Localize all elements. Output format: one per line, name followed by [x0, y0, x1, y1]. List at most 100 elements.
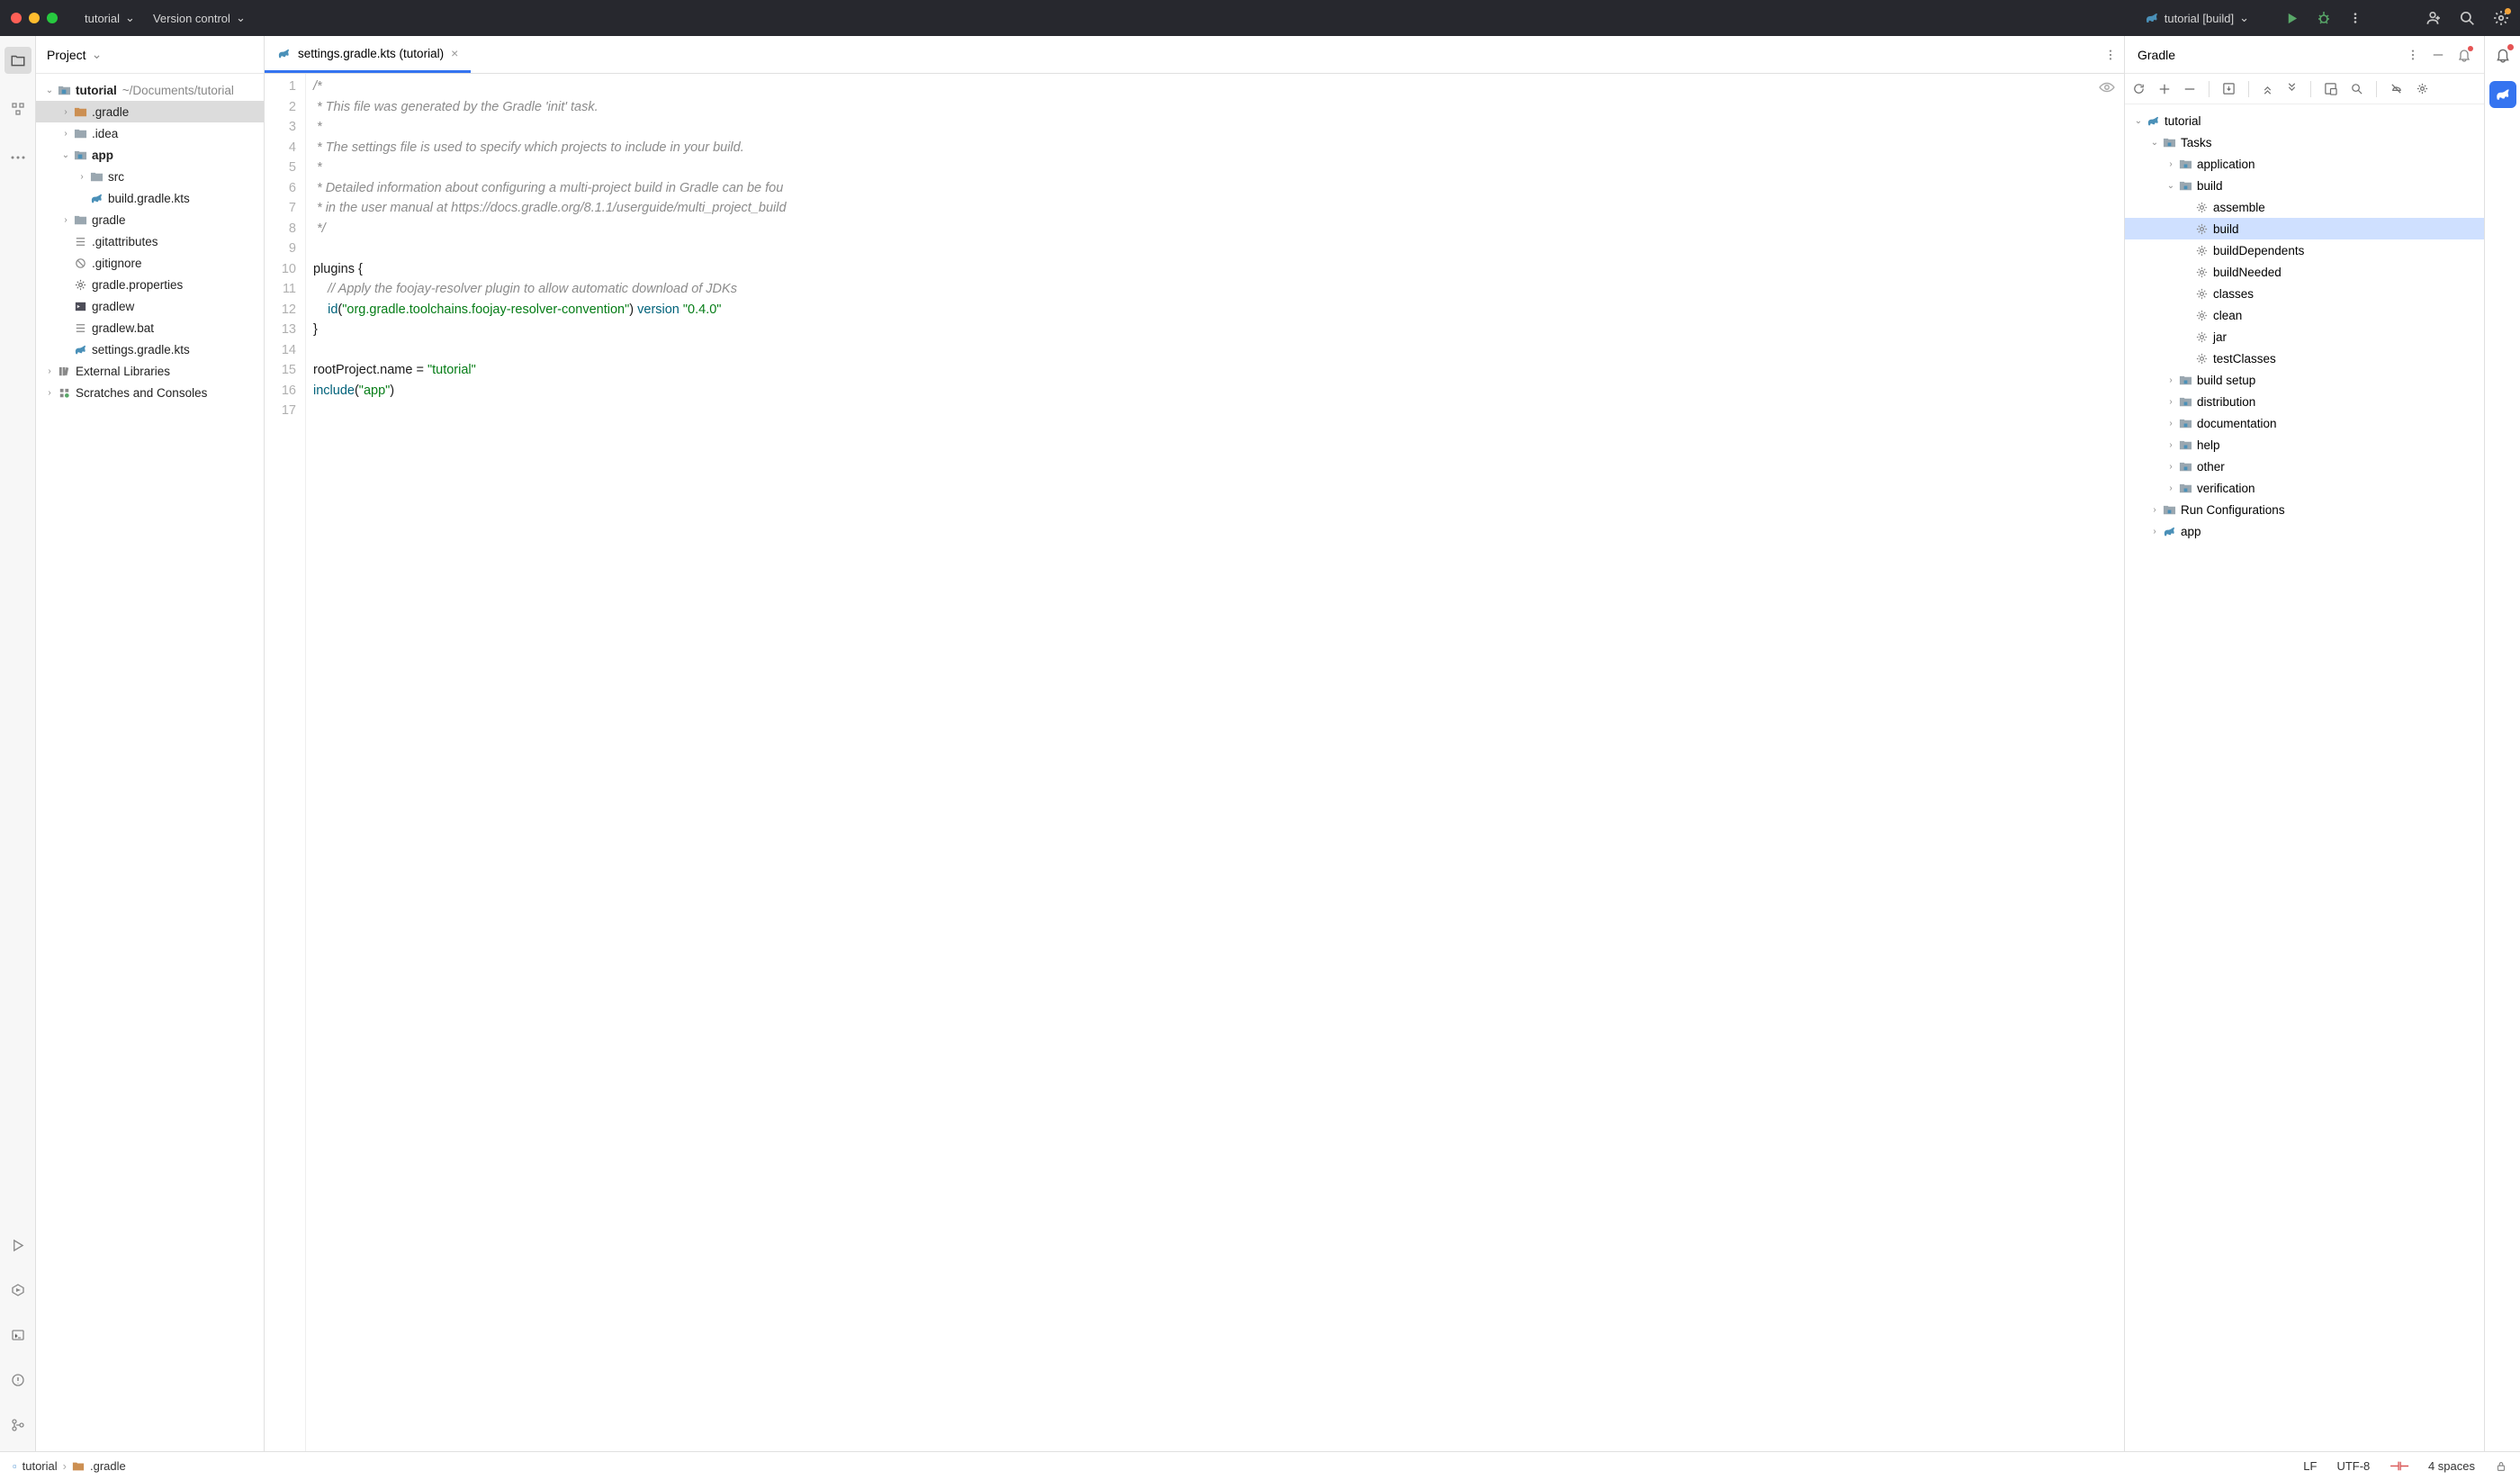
gradle-tree-item[interactable]: ›build setup — [2125, 369, 2484, 391]
status-encoding[interactable]: UTF-8 — [2336, 1459, 2370, 1473]
readonly-lock-icon[interactable] — [2495, 1460, 2507, 1473]
expand-toggle[interactable]: › — [2164, 462, 2177, 472]
editor-tab[interactable]: settings.gradle.kts (tutorial) × — [265, 36, 471, 73]
gradle-tree-item[interactable]: ›documentation — [2125, 412, 2484, 434]
gradle-tree-item[interactable]: build — [2125, 218, 2484, 239]
tree-item-gradlew-bat[interactable]: gradlew.bat — [36, 317, 264, 338]
gradle-tree-item[interactable]: ›application — [2125, 153, 2484, 175]
services-tool-button[interactable] — [4, 1277, 32, 1304]
project-menu[interactable]: tutorial ⌄ — [85, 11, 135, 25]
reader-mode-icon[interactable] — [2099, 79, 2115, 95]
code-with-me-button[interactable] — [2425, 10, 2441, 26]
run-config-selector[interactable]: tutorial [build] ⌄ — [2145, 11, 2249, 25]
tree-item-gradle-properties[interactable]: gradle.properties — [36, 274, 264, 295]
run-tool-button[interactable] — [4, 1232, 32, 1259]
tree-item-settings-gradle[interactable]: settings.gradle.kts — [36, 338, 264, 360]
gradle-tree-item[interactable]: ›verification — [2125, 477, 2484, 499]
expand-toggle[interactable]: › — [2164, 159, 2177, 169]
analyze-button[interactable] — [2350, 82, 2363, 95]
offline-mode-button[interactable] — [2390, 82, 2403, 95]
gradle-tree-item[interactable]: classes — [2125, 283, 2484, 304]
gradle-tree-item[interactable]: clean — [2125, 304, 2484, 326]
status-error-indicator[interactable]: ⊣⊢ — [2390, 1459, 2408, 1474]
gradle-tree-item[interactable]: ›app — [2125, 520, 2484, 542]
gradle-tree-item[interactable]: ⌄Tasks — [2125, 131, 2484, 153]
project-panel-header[interactable]: Project ⌄ — [36, 36, 264, 74]
gradle-tree-item[interactable]: ›Run Configurations — [2125, 499, 2484, 520]
gradle-tool-button[interactable] — [2489, 81, 2516, 108]
gradle-tree-item[interactable]: ⌄tutorial — [2125, 110, 2484, 131]
tree-item-src-dir[interactable]: › src — [36, 166, 264, 187]
expand-toggle[interactable]: › — [43, 366, 56, 376]
minimize-window[interactable] — [29, 13, 40, 23]
tree-item-gradlew[interactable]: gradlew — [36, 295, 264, 317]
build-settings-button[interactable] — [2416, 82, 2429, 95]
expand-toggle[interactable]: › — [59, 129, 72, 139]
gradle-tree-item[interactable]: jar — [2125, 326, 2484, 347]
close-window[interactable] — [11, 13, 22, 23]
tree-item-scratches[interactable]: › Scratches and Consoles — [36, 382, 264, 403]
code-content[interactable]: /* * This file was generated by the Grad… — [306, 74, 2124, 1451]
tab-more-button[interactable] — [2104, 36, 2117, 73]
more-actions-button[interactable] — [2349, 12, 2362, 24]
expand-toggle[interactable]: › — [2164, 397, 2177, 407]
settings-button[interactable] — [2493, 10, 2509, 26]
status-line-sep[interactable]: LF — [2303, 1459, 2317, 1473]
expand-toggle[interactable]: ⌄ — [2132, 116, 2145, 126]
notifications-tool-button[interactable] — [2495, 47, 2511, 63]
expand-all-button[interactable] — [2262, 83, 2273, 95]
gradle-tree-item[interactable]: assemble — [2125, 196, 2484, 218]
project-tool-button[interactable] — [4, 47, 32, 74]
tree-item-app-dir[interactable]: ⌄ app — [36, 144, 264, 166]
debug-button[interactable] — [2317, 11, 2331, 25]
tree-item-idea-dir[interactable]: › .idea — [36, 122, 264, 144]
breadcrumb[interactable]: ▫ tutorial › .gradle — [13, 1459, 126, 1473]
gradle-tree-item[interactable]: ⌄build — [2125, 175, 2484, 196]
expand-toggle[interactable]: › — [76, 172, 88, 182]
vcs-menu[interactable]: Version control ⌄ — [153, 11, 246, 25]
tree-item-build-gradle[interactable]: build.gradle.kts — [36, 187, 264, 209]
structure-tool-button[interactable] — [4, 95, 32, 122]
notifications-button[interactable] — [2457, 48, 2471, 62]
status-indent[interactable]: 4 spaces — [2428, 1459, 2475, 1473]
expand-toggle[interactable]: › — [2148, 527, 2161, 537]
close-tab-button[interactable]: × — [451, 46, 458, 60]
remove-button[interactable] — [2183, 83, 2196, 95]
expand-toggle[interactable]: ⌄ — [2148, 138, 2161, 148]
gradle-tree-item[interactable]: buildDependents — [2125, 239, 2484, 261]
tree-item-gradle-dir[interactable]: › .gradle — [36, 101, 264, 122]
expand-toggle[interactable]: › — [2164, 419, 2177, 429]
git-tool-button[interactable] — [4, 1412, 32, 1439]
download-sources-button[interactable] — [2222, 82, 2236, 95]
gradle-tree-item[interactable]: testClasses — [2125, 347, 2484, 369]
sync-button[interactable] — [2132, 82, 2146, 95]
expand-toggle[interactable]: › — [2164, 375, 2177, 385]
tree-item-gitattributes[interactable]: .gitattributes — [36, 230, 264, 252]
gradle-tree-item[interactable]: ›distribution — [2125, 391, 2484, 412]
expand-toggle[interactable]: ⌄ — [43, 86, 56, 95]
add-button[interactable] — [2158, 83, 2171, 95]
expand-toggle[interactable]: › — [2148, 505, 2161, 515]
assign-shortcut-button[interactable] — [2324, 82, 2337, 95]
gradle-tree-item[interactable]: ›help — [2125, 434, 2484, 456]
search-button[interactable] — [2459, 10, 2475, 26]
code-editor[interactable]: 1234567891011121314151617 /* * This file… — [265, 74, 2124, 1451]
terminal-tool-button[interactable] — [4, 1322, 32, 1349]
tree-item-gradle-wrapper[interactable]: › gradle — [36, 209, 264, 230]
maximize-window[interactable] — [47, 13, 58, 23]
tree-item-gitignore[interactable]: .gitignore — [36, 252, 264, 274]
expand-toggle[interactable]: › — [59, 215, 72, 225]
expand-toggle[interactable]: › — [2164, 440, 2177, 450]
minimize-panel-button[interactable] — [2432, 49, 2444, 61]
problems-tool-button[interactable] — [4, 1367, 32, 1394]
expand-toggle[interactable]: ⌄ — [2164, 181, 2177, 191]
more-tools-button[interactable] — [4, 144, 32, 171]
tree-item-external-libs[interactable]: › External Libraries — [36, 360, 264, 382]
panel-options-button[interactable] — [2407, 49, 2419, 61]
run-button[interactable] — [2285, 12, 2299, 25]
expand-toggle[interactable]: ⌄ — [59, 150, 72, 160]
gradle-tree-item[interactable]: buildNeeded — [2125, 261, 2484, 283]
expand-toggle[interactable]: › — [43, 388, 56, 398]
expand-toggle[interactable]: › — [2164, 483, 2177, 493]
expand-toggle[interactable]: › — [59, 107, 72, 117]
